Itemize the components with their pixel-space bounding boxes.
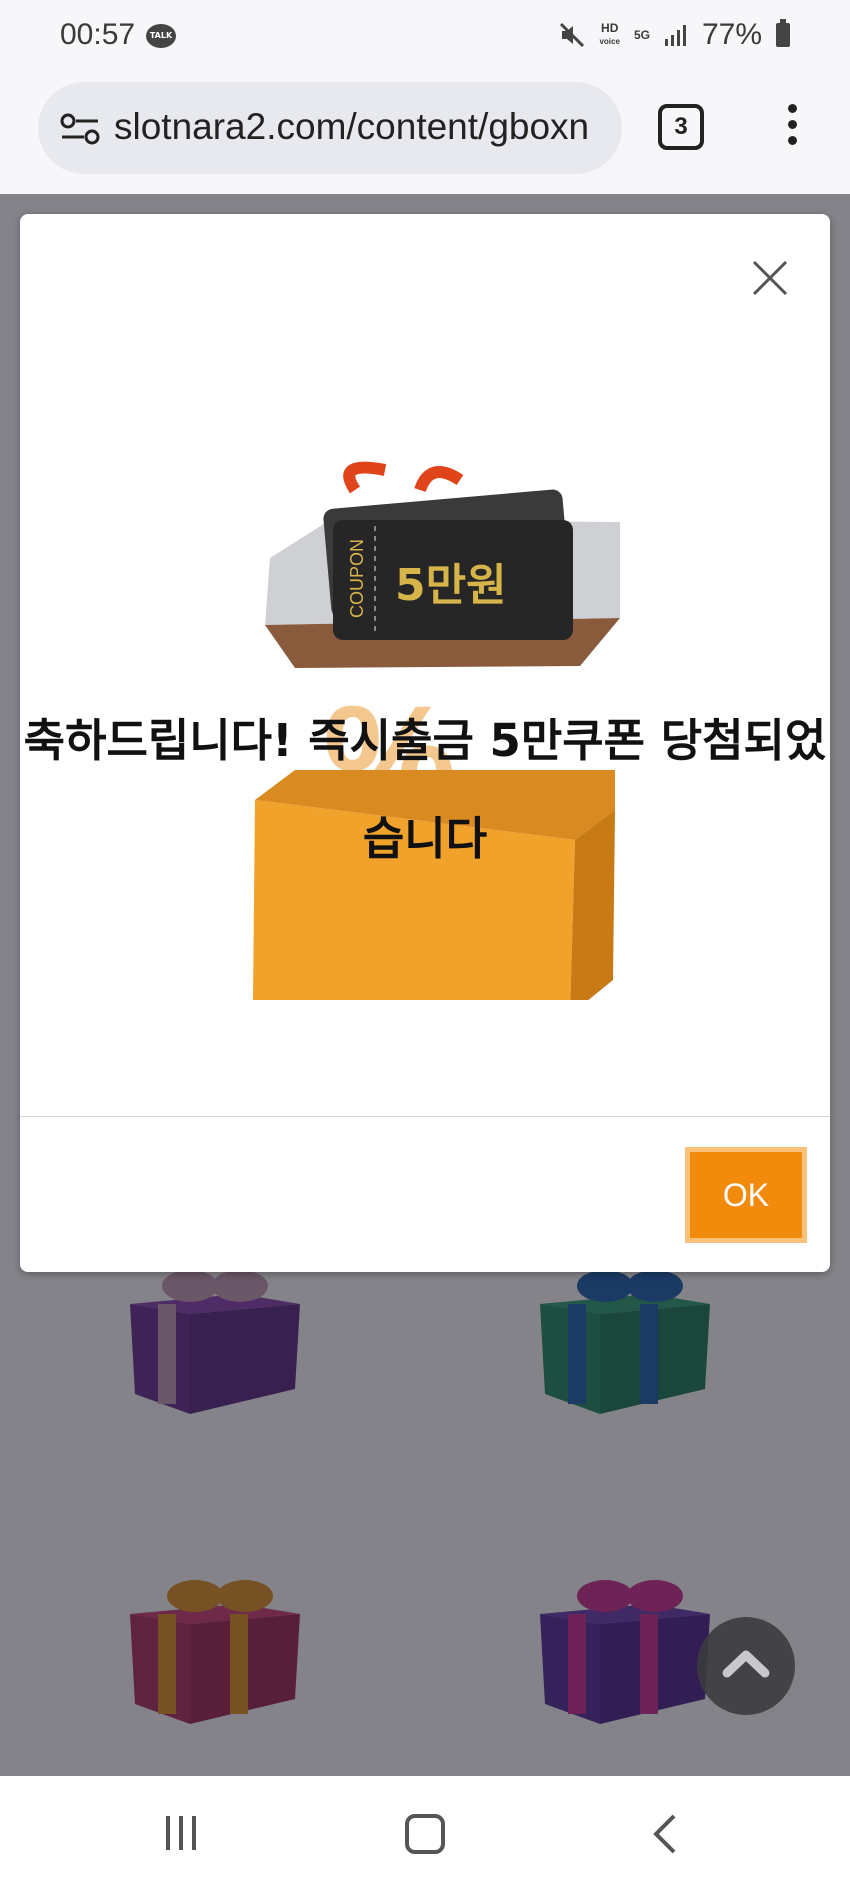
more-vert-icon[interactable] (780, 104, 804, 150)
status-icons: HD voice 5G 77% (559, 18, 790, 52)
url-text[interactable]: slotnara2.com/content/gboxn (114, 106, 589, 148)
coupon-label: COUPON (347, 539, 367, 618)
scroll-top-button[interactable] (697, 1617, 795, 1715)
browser-toolbar: slotnara2.com/content/gboxn 3 (0, 76, 850, 194)
close-icon[interactable] (750, 258, 790, 298)
signal-icon (664, 23, 688, 47)
hd-label: HD (601, 21, 619, 35)
tabs-button[interactable]: 3 (658, 104, 704, 150)
hd-sub-label: voice (599, 37, 620, 46)
prize-message: 축하드립니다! 즉시출금 5만쿠폰 당첨되었습니다 (23, 714, 827, 865)
recent-apps-icon[interactable] (166, 1816, 206, 1850)
status-bar: 00:57 TALK HD voice 5G 77% (0, 0, 850, 76)
battery-percent: 77% (701, 18, 762, 51)
network-5g-icon: 5G (633, 28, 650, 42)
back-icon[interactable] (650, 1812, 680, 1856)
modal-divider (20, 1116, 830, 1117)
prize-modal: COUPON 5만원 % 축하드립니다! 즉시출금 5만쿠폰 당첨되었습니다 O… (20, 214, 830, 1272)
hd-voice-icon: HD voice (599, 22, 619, 48)
battery-icon (776, 19, 790, 47)
status-time: 00:57 (60, 18, 136, 51)
address-bar[interactable]: slotnara2.com/content/gboxn (38, 82, 622, 174)
mute-icon (559, 22, 585, 48)
system-nav-bar (0, 1776, 850, 1889)
kakaotalk-icon: TALK (146, 24, 176, 48)
coupon-value: 5만원 (395, 560, 507, 611)
ok-button[interactable]: OK (685, 1147, 807, 1243)
chevron-up-icon (722, 1650, 770, 1678)
tune-icon[interactable] (60, 112, 100, 146)
home-icon[interactable] (405, 1814, 445, 1854)
